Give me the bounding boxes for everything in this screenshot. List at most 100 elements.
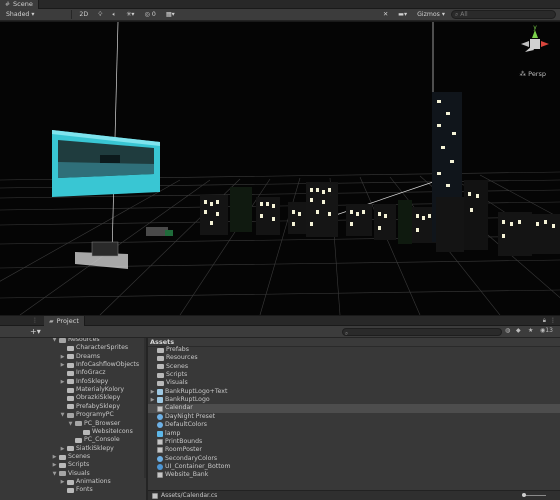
tree-item[interactable]: PrefabySklepy xyxy=(60,403,120,411)
projection-toggle[interactable]: ⁂ Persp xyxy=(520,70,546,78)
tree-item[interactable]: ▼ ProgramyPC xyxy=(60,411,114,419)
tree-item-label: MaterialyKolory xyxy=(76,386,125,394)
tree-item[interactable]: ▼ Visuals xyxy=(52,470,90,478)
tree-item[interactable]: ▶ Scenes xyxy=(52,453,91,461)
collapsed-arrow-icon[interactable]: ▶ xyxy=(150,388,155,396)
asset-item[interactable]: ▶ BankRuptLogo xyxy=(150,396,210,404)
lock-icon[interactable]: 🔒︎ xyxy=(543,317,546,325)
collapsed-arrow-icon[interactable]: ▶ xyxy=(52,461,57,469)
tab-project[interactable]: ▰ Project xyxy=(44,316,85,326)
tab-scene-label: Scene xyxy=(13,0,33,8)
shading-mode-dropdown[interactable]: Shaded ▾ xyxy=(2,10,38,20)
tree-item[interactable]: ▶ SiatkiSklepy xyxy=(60,445,114,453)
tree-item[interactable]: ▶ Dreams xyxy=(60,353,100,361)
asset-item[interactable]: PrintBounds xyxy=(150,438,202,446)
tree-item-label: InfoGracz xyxy=(76,369,106,377)
tab-scene[interactable]: # Scene xyxy=(0,0,39,9)
asset-icon xyxy=(157,413,163,420)
expanded-arrow-icon[interactable]: ▼ xyxy=(68,420,73,428)
collapsed-arrow-icon[interactable]: ▶ xyxy=(150,396,155,404)
tree-item[interactable]: ▶ Animations xyxy=(60,478,111,486)
asset-item-label: BankRuptLogo xyxy=(165,396,210,404)
hidden-objects-toggle[interactable]: ◎ 0 xyxy=(140,10,159,20)
camera-icon: ▬▾ xyxy=(398,10,408,18)
asset-item[interactable]: Website_Bank xyxy=(150,471,208,479)
asset-item[interactable]: UI_Container_Bottom xyxy=(150,463,230,471)
panel-menu-icon[interactable]: ⋮ xyxy=(550,317,556,324)
axis-y-label: y xyxy=(533,24,537,31)
scene-search-input[interactable]: ⌕ All xyxy=(451,10,556,19)
asset-item[interactable]: RoomPoster xyxy=(150,446,202,454)
folder-icon xyxy=(67,487,74,493)
folder-icon xyxy=(157,372,164,378)
icon-size-slider-handle[interactable] xyxy=(522,493,526,497)
icon-size-slider[interactable] xyxy=(524,495,546,496)
expanded-arrow-icon[interactable]: ▼ xyxy=(52,338,57,344)
project-search-input[interactable]: ⌕ xyxy=(342,328,502,337)
search-by-type-icon[interactable]: ◍ xyxy=(505,327,510,334)
assets-breadcrumb[interactable]: Assets xyxy=(148,338,560,347)
favorite-icon[interactable]: ★ xyxy=(528,327,533,334)
asset-item[interactable]: lamp xyxy=(150,430,180,438)
collapsed-arrow-icon[interactable]: ▶ xyxy=(60,353,65,361)
tree-item[interactable]: CharacterSprites xyxy=(60,344,128,352)
asset-item[interactable]: Visuals xyxy=(150,379,188,387)
asset-item[interactable]: ▶ BankRuptLogo+Text xyxy=(150,388,227,396)
collapsed-arrow-icon[interactable]: ▶ xyxy=(60,378,65,386)
asset-item[interactable]: Resources xyxy=(150,354,198,362)
gizmos-label: Gizmos xyxy=(417,10,440,18)
gizmos-dropdown[interactable]: Gizmos ▾ xyxy=(413,10,449,20)
tree-item[interactable]: ▶ Scripts xyxy=(52,461,90,469)
tree-item[interactable]: ▶ InfoSklepy xyxy=(60,378,109,386)
project-panel: ▰ Project ⋮ 🔒︎ ⋮ +▾ ⌕ ◍ ◆ ★ ◉13 ▼ Resourc… xyxy=(0,316,560,500)
img-icon xyxy=(157,397,163,404)
scene-icon: # xyxy=(5,1,11,8)
projection-label: Persp xyxy=(528,70,546,78)
effects-dropdown[interactable]: ✳︎▾ xyxy=(122,10,138,20)
hidden-packages-count: 13 xyxy=(545,327,553,334)
asset-item[interactable]: SecondaryColors xyxy=(150,455,217,463)
search-by-label-icon[interactable]: ◆ xyxy=(516,327,521,334)
grid-dropdown[interactable]: ▦▾ xyxy=(162,10,179,20)
tree-item[interactable]: PC_Console xyxy=(68,436,120,444)
asset-item[interactable]: Scripts xyxy=(150,371,187,379)
asset-item[interactable]: Scenes xyxy=(150,363,188,371)
expanded-arrow-icon[interactable]: ▼ xyxy=(52,470,57,478)
asset-item[interactable]: Calendar xyxy=(148,404,560,413)
scene-viewport[interactable]: y ⁂ Persp xyxy=(0,22,560,315)
audio-toggle[interactable]: 🔈︎ xyxy=(108,10,120,20)
asset-item[interactable]: DayNight Preset xyxy=(150,413,215,421)
collapsed-arrow-icon[interactable]: ▶ xyxy=(60,445,65,453)
chevron-down-icon: ▾ xyxy=(441,10,445,18)
toggle-2d-button[interactable]: 2D xyxy=(75,10,92,20)
tree-item[interactable]: ObrazkiSklepy xyxy=(60,394,120,402)
light-bulb-icon: 💡︎ xyxy=(98,10,103,18)
hidden-packages-toggle[interactable]: ◉13 xyxy=(540,327,553,334)
tree-item[interactable]: MaterialyKolory xyxy=(60,386,124,394)
billboard-screen xyxy=(52,130,160,197)
tools-settings-button[interactable]: ✕ xyxy=(379,10,392,20)
folder-icon xyxy=(59,462,66,468)
asset-item-label: Calendar xyxy=(165,404,193,412)
add-asset-button[interactable]: +▾ xyxy=(30,327,41,336)
folder-icon xyxy=(75,421,82,427)
camera-dropdown[interactable]: ▬▾ xyxy=(394,10,411,20)
expanded-arrow-icon[interactable]: ▼ xyxy=(60,411,65,419)
tab-menu-icon[interactable]: ⋮ xyxy=(32,317,38,324)
asset-item[interactable]: DefaultColors xyxy=(150,421,207,429)
lighting-toggle[interactable]: 💡︎ xyxy=(94,10,106,20)
orientation-gizmo: y xyxy=(521,24,549,52)
tree-item[interactable]: WebsiteIcons xyxy=(76,428,133,436)
tree-item[interactable]: InfoGracz xyxy=(60,369,106,377)
tree-item[interactable]: Fonts xyxy=(60,486,93,494)
asset-item[interactable]: Prefabs xyxy=(150,346,189,354)
collapsed-arrow-icon[interactable]: ▶ xyxy=(60,361,65,369)
collapsed-arrow-icon[interactable]: ▶ xyxy=(52,453,57,461)
projection-icon: ⁂ xyxy=(519,70,529,78)
tree-item[interactable]: ▶ InfoCashflowObjects xyxy=(60,361,140,369)
asset-icon xyxy=(157,455,163,462)
asset-icon xyxy=(157,422,163,429)
tree-item[interactable]: ▼ PC_Browser xyxy=(68,420,121,428)
project-toolbar: +▾ ⌕ ◍ ◆ ★ ◉13 xyxy=(0,326,560,338)
collapsed-arrow-icon[interactable]: ▶ xyxy=(60,478,65,486)
